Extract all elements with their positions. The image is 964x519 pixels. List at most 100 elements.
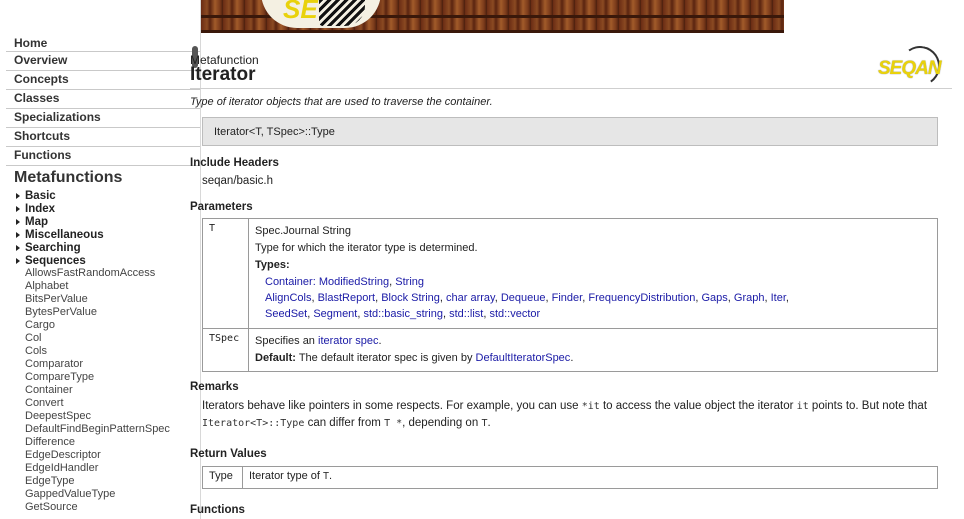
- param-name: TSpec: [202, 328, 249, 372]
- group-index[interactable]: Index: [16, 202, 104, 215]
- list-item[interactable]: Cargo: [25, 319, 170, 332]
- remarks-heading: Remarks: [190, 381, 239, 393]
- list-item[interactable]: EdgeDescriptor: [25, 449, 170, 462]
- type-link[interactable]: Finder: [552, 292, 583, 304]
- title-divider: [190, 88, 952, 89]
- list-item[interactable]: Cols: [25, 345, 170, 358]
- remarks-fragment: , depending on: [402, 417, 479, 429]
- sidebar-section-title: Metafunctions: [14, 169, 123, 186]
- param-desc: Type for which the iterator type is dete…: [255, 242, 478, 254]
- list-item[interactable]: DeepestSpec: [25, 410, 170, 423]
- seqan-logo-text: SEQAN: [878, 58, 942, 79]
- group-map[interactable]: Map: [16, 215, 104, 228]
- iterator-spec-link[interactable]: iterator spec: [318, 335, 379, 347]
- page-summary: Type of iterator objects that are used t…: [190, 96, 493, 108]
- type-link[interactable]: Block String: [381, 292, 440, 304]
- group-miscellaneous[interactable]: Miscellaneous: [16, 228, 104, 241]
- group-searching[interactable]: Searching: [16, 241, 104, 254]
- default-iterator-spec-link[interactable]: DefaultIteratorSpec: [476, 352, 571, 364]
- type-link[interactable]: std::list: [449, 308, 483, 320]
- list-item[interactable]: EdgeType: [25, 475, 170, 488]
- return-description: Iterator type of T.: [242, 466, 938, 489]
- type-link[interactable]: FrequencyDistribution: [588, 292, 695, 304]
- return-desc-text: Iterator type of: [249, 470, 320, 482]
- type-link[interactable]: ModifiedString: [319, 276, 389, 288]
- type-link[interactable]: AlignCols: [265, 292, 311, 304]
- list-item[interactable]: Container: [25, 384, 170, 397]
- list-item[interactable]: Comparator: [25, 358, 170, 371]
- signature-text: Iterator<T, TSpec>::Type: [214, 126, 335, 138]
- group-label: Miscellaneous: [25, 228, 104, 241]
- return-type: Type: [202, 466, 243, 489]
- param-type: Spec.Journal String: [255, 225, 351, 237]
- remarks-fragment: to. But note that: [845, 400, 928, 412]
- remarks-fragment: points: [811, 400, 843, 412]
- list-item[interactable]: BytesPerValue: [25, 306, 170, 319]
- remarks-fragment: Iterators behave like pointers in some r…: [202, 400, 579, 412]
- nav-classes[interactable]: Classes: [6, 90, 200, 109]
- type-link[interactable]: char array: [446, 292, 495, 304]
- table-row: T Spec.Journal String Type for which the…: [202, 218, 938, 329]
- nav-overview[interactable]: Overview: [6, 52, 200, 71]
- type-link[interactable]: std::vector: [489, 308, 540, 320]
- list-item[interactable]: CompareType: [25, 371, 170, 384]
- code-snippet: Iterator<T>::Type: [202, 418, 305, 429]
- type-link[interactable]: SeedSet: [265, 308, 307, 320]
- list-item[interactable]: DefaultFindBeginPatternSpec: [25, 423, 170, 436]
- list-item[interactable]: AllowsFastRandomAccess: [25, 267, 170, 280]
- seqan-logo: SEQAN: [876, 42, 944, 92]
- type-link[interactable]: Dequeue: [501, 292, 546, 304]
- nav-concepts[interactable]: Concepts: [6, 71, 200, 90]
- metafunction-list: AllowsFastRandomAccess Alphabet BitsPerV…: [25, 267, 170, 514]
- types-list: Container: ModifiedString, String AlignC…: [265, 276, 789, 320]
- group-basic[interactable]: Basic: [16, 189, 104, 202]
- sidebar-nav: Home Overview Concepts Classes Specializ…: [6, 35, 200, 166]
- punct: .: [329, 470, 333, 482]
- nav-specializations[interactable]: Specializations: [6, 109, 200, 128]
- expand-triangle-icon: [16, 192, 20, 199]
- remarks-text: Iterators behave like pointers in some r…: [202, 398, 952, 432]
- remarks-fragment: can differ from: [307, 417, 381, 429]
- code-snippet: T *: [384, 418, 403, 429]
- expand-triangle-icon: [16, 218, 20, 225]
- list-item[interactable]: Alphabet: [25, 280, 170, 293]
- list-item[interactable]: Difference: [25, 436, 170, 449]
- page-title: Iterator: [190, 64, 256, 85]
- return-values-table: Type Iterator type of T.: [202, 466, 938, 489]
- type-link[interactable]: BlastReport: [318, 292, 375, 304]
- list-item[interactable]: BitsPerValue: [25, 293, 170, 306]
- expand-triangle-icon: [16, 231, 20, 238]
- sidebar: Home Overview Concepts Classes Specializ…: [0, 0, 201, 519]
- list-item[interactable]: Convert: [25, 397, 170, 410]
- nav-shortcuts[interactable]: Shortcuts: [6, 128, 200, 147]
- group-sequences[interactable]: Sequences: [16, 254, 104, 267]
- list-item[interactable]: Col: [25, 332, 170, 345]
- types-prefix: Container:: [265, 276, 316, 288]
- list-item[interactable]: GetSource: [25, 501, 170, 514]
- default-text: The default iterator spec is given by: [298, 352, 473, 364]
- group-label: Map: [25, 215, 48, 228]
- code-snippet: it: [796, 401, 809, 412]
- expand-triangle-icon: [16, 244, 20, 251]
- remarks-fragment: to access the value object the iterator: [602, 400, 794, 412]
- type-link[interactable]: String: [395, 276, 424, 288]
- type-link[interactable]: Graph: [734, 292, 765, 304]
- punct: .: [378, 335, 382, 347]
- param-name: T: [202, 218, 249, 329]
- type-link[interactable]: Segment: [313, 308, 357, 320]
- include-header-value: seqan/basic.h: [202, 175, 273, 187]
- nav-home[interactable]: Home: [6, 35, 200, 52]
- metafunction-groups: Basic Index Map Miscellaneous Searching …: [16, 189, 104, 267]
- signature-box: Iterator<T, TSpec>::Type: [202, 117, 938, 146]
- parameters-heading: Parameters: [190, 201, 253, 213]
- types-label: Types:: [255, 259, 290, 271]
- type-link[interactable]: Gaps: [701, 292, 727, 304]
- list-item[interactable]: GappedValueType: [25, 488, 170, 501]
- code-snippet: *it: [581, 401, 600, 412]
- nav-functions[interactable]: Functions: [6, 147, 200, 166]
- type-link[interactable]: std::basic_string: [363, 308, 442, 320]
- table-row: Type Iterator type of T.: [202, 466, 938, 489]
- type-link[interactable]: Iter: [771, 292, 786, 304]
- include-headers-heading: Include Headers: [190, 157, 279, 169]
- list-item[interactable]: EdgeIdHandler: [25, 462, 170, 475]
